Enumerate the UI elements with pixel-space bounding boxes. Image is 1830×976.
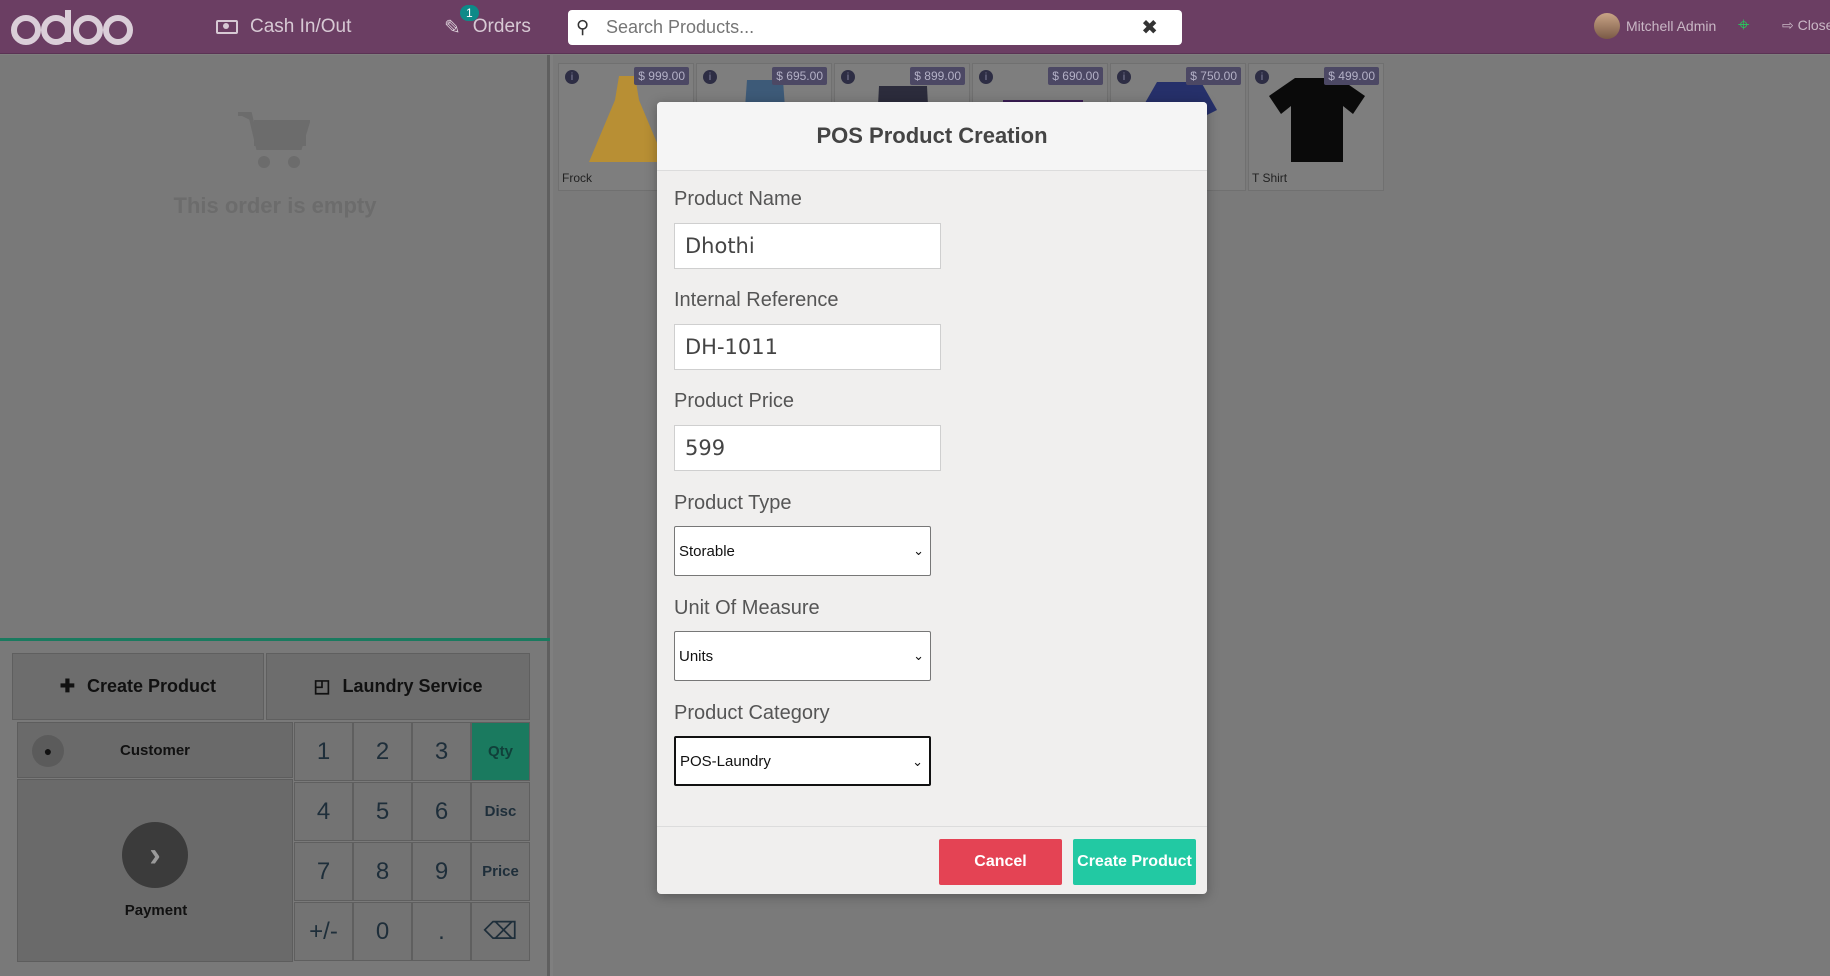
- product-price: $ 999.00: [634, 67, 689, 85]
- unit-of-measure-value: Units: [679, 647, 714, 665]
- sign-out-icon: ⇨: [1782, 17, 1794, 33]
- laundry-service-button[interactable]: ◰ Laundry Service: [266, 653, 530, 720]
- product-price: $ 690.00: [1048, 67, 1103, 85]
- backspace-button[interactable]: ⌫: [471, 902, 530, 961]
- avatar: [1594, 13, 1620, 39]
- orders-button[interactable]: ✎ 1 Orders: [444, 0, 531, 54]
- key-6[interactable]: 6: [412, 782, 471, 841]
- product-name-label: Product Name: [674, 188, 802, 210]
- product-price: $ 750.00: [1186, 67, 1241, 85]
- cart-icon: [238, 112, 310, 168]
- orders-label: Orders: [472, 16, 531, 37]
- money-icon: [216, 20, 238, 34]
- key-9[interactable]: 9: [412, 842, 471, 901]
- basket-icon: ◰: [313, 676, 331, 696]
- backspace-icon: ⌫: [483, 918, 518, 945]
- product-price-label: Product Price: [674, 390, 795, 412]
- key-5[interactable]: 5: [353, 782, 412, 841]
- chevron-down-icon: ⌄: [913, 648, 924, 663]
- key-0[interactable]: 0: [353, 902, 412, 961]
- dialog-footer-divider: [657, 826, 1207, 827]
- dialog-title: POS Product Creation: [657, 102, 1207, 171]
- clear-search-icon[interactable]: ✖: [1141, 15, 1158, 40]
- product-category-value: POS-Laundry: [680, 752, 771, 770]
- chevron-down-icon: ⌄: [913, 543, 924, 558]
- product-name-input[interactable]: [674, 223, 941, 269]
- info-icon[interactable]: i: [565, 70, 579, 84]
- info-icon[interactable]: i: [1117, 70, 1131, 84]
- product-type-select[interactable]: Storable ⌄: [674, 526, 931, 576]
- key-1[interactable]: 1: [294, 722, 353, 781]
- divider: [0, 638, 550, 641]
- unit-of-measure-select[interactable]: Units ⌄: [674, 631, 931, 681]
- payment-label: Payment: [124, 902, 188, 919]
- ticket-icon: ✎ 1: [444, 4, 479, 40]
- product-type-label: Product Type: [674, 492, 792, 514]
- product-category-label: Product Category: [674, 702, 830, 724]
- close-label: Close: [1797, 17, 1830, 33]
- info-icon[interactable]: i: [979, 70, 993, 84]
- mode-disc-button[interactable]: Disc: [471, 782, 530, 841]
- chevron-down-icon: ⌄: [912, 754, 923, 769]
- search-icon: ⚲: [576, 17, 590, 37]
- cash-in-out-label: Cash In/Out: [250, 16, 352, 37]
- create-product-label: Create Product: [87, 676, 217, 696]
- chevron-right-icon: ›: [122, 822, 188, 888]
- orders-count-badge: 1: [460, 4, 479, 21]
- customer-button[interactable]: ● Customer: [17, 722, 293, 778]
- wifi-icon: ⌖: [1738, 14, 1750, 36]
- internal-reference-label: Internal Reference: [674, 289, 839, 311]
- product-name: T Shirt: [1252, 171, 1288, 185]
- key-decimal[interactable]: .: [412, 902, 471, 961]
- order-pane: This order is empty ✚ Create Product ◰ L…: [0, 55, 550, 976]
- mode-qty-button[interactable]: Qty: [471, 722, 530, 781]
- info-icon[interactable]: i: [703, 70, 717, 84]
- create-product-button[interactable]: ✚ Create Product: [12, 653, 264, 720]
- customer-label: Customer: [119, 741, 190, 759]
- internal-reference-input[interactable]: [674, 324, 941, 370]
- key-2[interactable]: 2: [353, 722, 412, 781]
- user-icon: ●: [32, 735, 64, 767]
- product-price: $ 499.00: [1324, 67, 1379, 85]
- key-8[interactable]: 8: [353, 842, 412, 901]
- key-7[interactable]: 7: [294, 842, 353, 901]
- product-price: $ 899.00: [910, 67, 965, 85]
- product-name: Frock: [562, 171, 592, 185]
- user-name: Mitchell Admin: [1626, 18, 1717, 34]
- odoo-logo[interactable]: [10, 6, 134, 48]
- info-icon[interactable]: i: [841, 70, 855, 84]
- payment-button[interactable]: › Payment: [17, 779, 293, 962]
- product-price: $ 695.00: [772, 67, 827, 85]
- cash-in-out-button[interactable]: Cash In/Out: [216, 0, 351, 54]
- cancel-button[interactable]: Cancel: [939, 839, 1062, 885]
- search-bar: ⚲ ✖: [568, 10, 1182, 45]
- search-input[interactable]: [606, 17, 1126, 38]
- product-price-input[interactable]: [674, 425, 941, 471]
- key-3[interactable]: 3: [412, 722, 471, 781]
- empty-order-message: This order is empty: [173, 193, 377, 218]
- product-category-select[interactable]: POS-Laundry ⌄: [674, 736, 931, 786]
- key-4[interactable]: 4: [294, 782, 353, 841]
- unit-of-measure-label: Unit Of Measure: [674, 597, 820, 619]
- close-session-button[interactable]: ⇨ Close: [1782, 17, 1830, 34]
- user-menu[interactable]: Mitchell Admin: [1594, 13, 1716, 39]
- mode-price-button[interactable]: Price: [471, 842, 530, 901]
- product-creation-dialog: POS Product Creation Product Name Intern…: [657, 102, 1207, 894]
- numpad: ● Customer › Payment 1 2 3 Qty 4 5 6 Dis…: [17, 722, 531, 962]
- key-plus-minus[interactable]: +/-: [294, 902, 353, 961]
- product-type-value: Storable: [679, 542, 735, 560]
- info-icon[interactable]: i: [1255, 70, 1269, 84]
- create-product-submit-button[interactable]: Create Product: [1073, 839, 1196, 885]
- product-card[interactable]: i $ 499.00 T Shirt: [1248, 63, 1384, 191]
- laundry-service-label: Laundry Service: [342, 676, 483, 696]
- top-bar: Cash In/Out ✎1 Orders ⚲ ✖ Mitchell Admin…: [0, 0, 1830, 54]
- plus-icon: ✚: [59, 676, 76, 696]
